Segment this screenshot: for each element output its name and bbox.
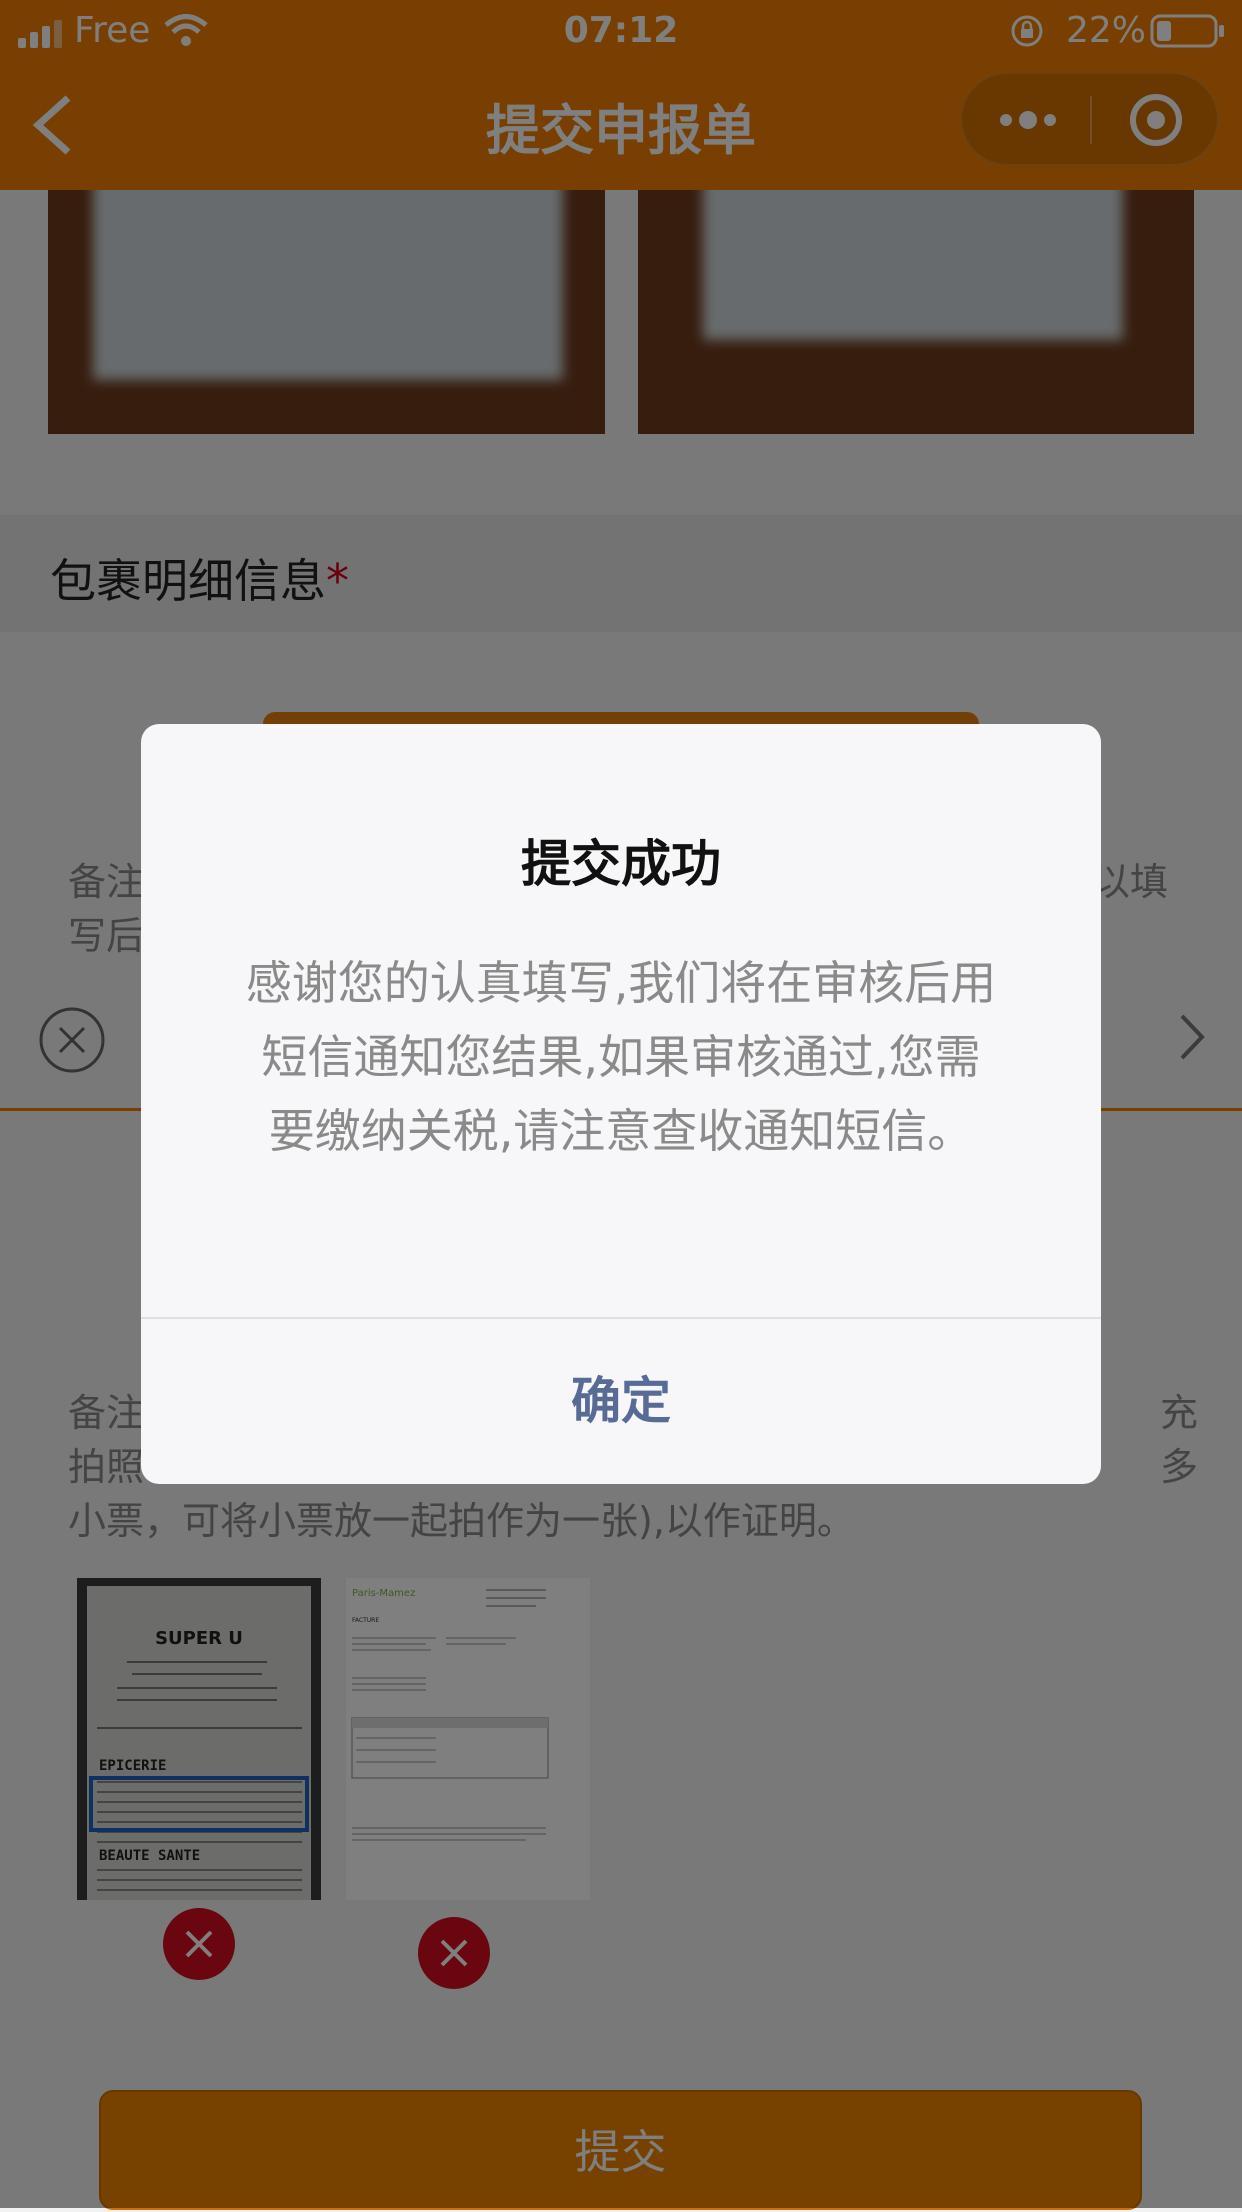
success-dialog: 提交成功 感谢您的认真填写,我们将在审核后用短信通知您结果,如果审核通过,您需要…	[141, 724, 1101, 1484]
confirm-button[interactable]: 确定	[141, 1319, 1101, 1484]
dialog-title: 提交成功	[521, 835, 721, 893]
dialog-message: 感谢您的认真填写,我们将在审核后用短信通知您结果,如果审核通过,您需要缴纳关税,…	[245, 956, 997, 1158]
